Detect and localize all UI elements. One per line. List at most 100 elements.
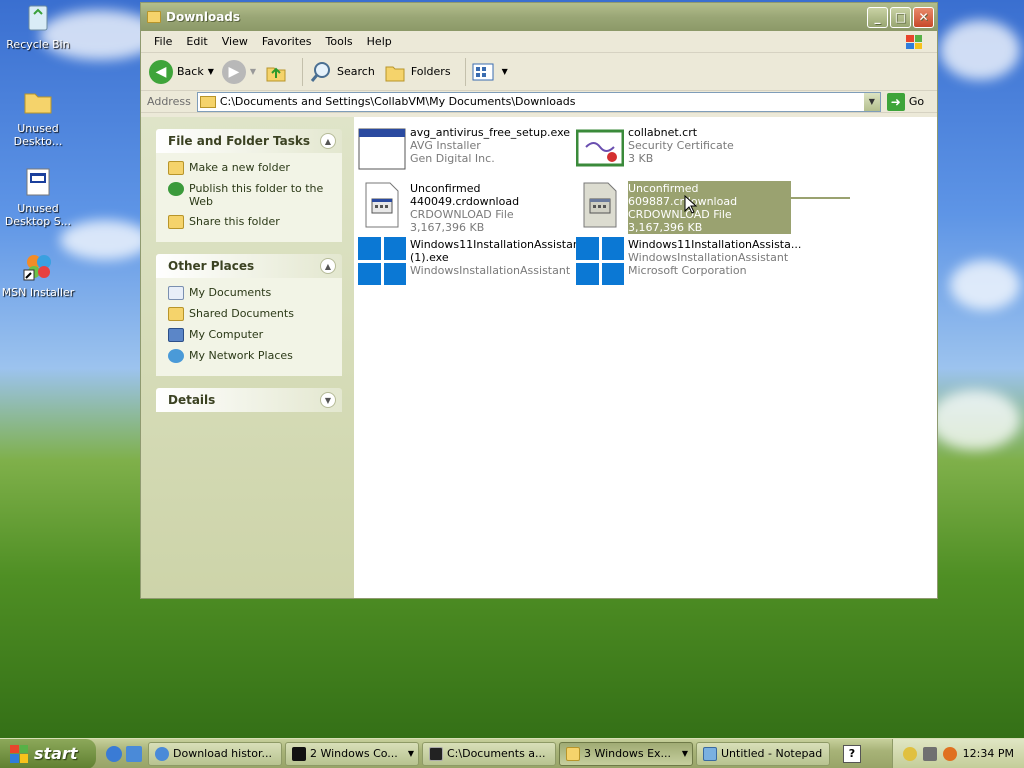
- tray-sun-icon[interactable]: [902, 746, 917, 761]
- file-name: Unconfirmed 609887.crdownload: [628, 182, 738, 208]
- chrome-icon: [155, 746, 169, 761]
- maximize-button[interactable]: □: [890, 6, 911, 28]
- desktop-icon-unused-desktop-shortcut[interactable]: Unused Desktop S...: [0, 166, 76, 228]
- task-share-folder[interactable]: Share this folder: [168, 215, 342, 229]
- desktop-icon-recycle-bin[interactable]: Recycle Bin: [0, 2, 76, 51]
- notepad-icon: [703, 746, 717, 761]
- internet-explorer-icon[interactable]: [106, 745, 122, 762]
- file-type: CRDOWNLOAD File: [628, 208, 732, 221]
- computer-icon: [168, 328, 184, 342]
- close-button[interactable]: ✕: [913, 6, 934, 28]
- file-item-win11-assistant-2[interactable]: Windows11InstallationAssista... WindowsI…: [576, 237, 801, 285]
- file-name: avg_antivirus_free_setup.exe: [410, 126, 571, 139]
- file-list: avg_antivirus_free_setup.exe AVG Install…: [354, 117, 937, 598]
- expand-chevron-icon[interactable]: ▼: [320, 392, 336, 408]
- address-input[interactable]: C:\Documents and Settings\CollabVM\My Do…: [196, 91, 881, 112]
- task-label: Make a new folder: [189, 161, 290, 174]
- taskbar: start Download histor... 2 Windows Co...…: [0, 738, 1024, 768]
- desktop-icon-msn-installer[interactable]: MSN Installer: [0, 250, 76, 299]
- go-arrow-icon: ➜: [886, 92, 905, 111]
- menu-favorites[interactable]: Favorites: [255, 35, 319, 48]
- address-label: Address: [147, 95, 191, 108]
- other-places-header[interactable]: Other Places ▲: [156, 254, 342, 278]
- place-label: My Computer: [189, 328, 264, 341]
- desktop-icon-label: MSN Installer: [1, 286, 75, 299]
- place-shared-documents[interactable]: Shared Documents: [168, 307, 342, 321]
- desktop-icon-label: Unused Deskto...: [13, 122, 63, 148]
- task-publish-web[interactable]: Publish this folder to the Web: [168, 182, 342, 208]
- menu-view[interactable]: View: [215, 35, 255, 48]
- desktop-icon-label: Recycle Bin: [6, 38, 70, 51]
- file-name: Unconfirmed 440049.crdownload: [410, 182, 520, 208]
- back-label: Back: [177, 65, 204, 78]
- installer-window-icon: [358, 125, 406, 173]
- forward-button[interactable]: ▶ ▼: [221, 59, 256, 84]
- tray-network-icon[interactable]: [922, 746, 937, 761]
- place-my-network-places[interactable]: My Network Places: [168, 349, 342, 363]
- file-detail: 3,167,396 KB: [410, 221, 485, 234]
- other-places-panel: Other Places ▲ My Documents Shared Docum…: [156, 254, 342, 376]
- folder-icon: [199, 95, 216, 108]
- collapse-chevron-icon[interactable]: ▲: [320, 258, 336, 274]
- clock[interactable]: 12:34 PM: [963, 747, 1014, 760]
- folder-icon: [168, 307, 184, 321]
- views-icon: [472, 63, 494, 80]
- start-button[interactable]: start: [0, 738, 96, 768]
- panel-title: File and Folder Tasks: [168, 134, 311, 148]
- toolbar-separator: [302, 57, 304, 86]
- address-value: C:\Documents and Settings\CollabVM\My Do…: [219, 95, 576, 108]
- task-make-new-folder[interactable]: Make a new folder: [168, 161, 342, 175]
- menu-file[interactable]: File: [147, 35, 179, 48]
- address-dropdown-button[interactable]: ▼: [863, 92, 880, 111]
- go-button[interactable]: ➜ Go: [886, 92, 924, 111]
- collapse-chevron-icon[interactable]: ▲: [320, 133, 336, 149]
- desktop-icon-label: Unused Desktop S...: [4, 202, 72, 228]
- msn-butterfly-icon: [22, 250, 54, 282]
- details-header[interactable]: Details ▼: [156, 388, 342, 412]
- menu-edit[interactable]: Edit: [179, 35, 214, 48]
- file-detail: Microsoft Corporation: [628, 264, 747, 277]
- quick-launch: [106, 745, 142, 762]
- title-bar[interactable]: Downloads _ □ ✕: [141, 3, 937, 31]
- taskbar-button-windows-explorer[interactable]: 3 Windows Ex... ▼: [559, 741, 693, 766]
- views-button[interactable]: ▼: [472, 62, 508, 82]
- network-icon: [168, 349, 184, 363]
- taskbar-button-download-history[interactable]: Download histor...: [148, 741, 282, 766]
- folder-icon: [22, 86, 54, 118]
- file-item-collabnet-crt[interactable]: collabnet.crt Security Certificate 3 KB: [575, 125, 791, 173]
- chevron-down-icon: ▼: [681, 749, 688, 758]
- details-panel: Details ▼: [156, 388, 342, 412]
- taskbar-button-label: C:\Documents a...: [447, 747, 546, 760]
- toolbar: ◀ Back ▼ ▶ ▼ Search Folders ▼: [141, 53, 937, 91]
- menu-bar: File Edit View Favorites Tools Help: [141, 31, 937, 53]
- help-icon[interactable]: ?: [843, 744, 861, 763]
- place-my-computer[interactable]: My Computer: [168, 328, 342, 342]
- menu-help[interactable]: Help: [360, 35, 399, 48]
- desktop-icon-unused-desktop-folder[interactable]: Unused Deskto...: [0, 86, 76, 148]
- show-desktop-icon[interactable]: [126, 745, 142, 762]
- taskbar-button-7zip[interactable]: C:\Documents a...: [422, 741, 556, 766]
- back-button[interactable]: ◀ Back ▼: [149, 59, 214, 84]
- file-item-unconfirmed-440049[interactable]: Unconfirmed 440049.crdownload CRDOWNLOAD…: [358, 181, 573, 234]
- file-item-avg-setup[interactable]: avg_antivirus_free_setup.exe AVG Install…: [358, 125, 573, 173]
- chevron-down-icon[interactable]: ▼: [208, 67, 214, 76]
- menu-tools[interactable]: Tools: [319, 35, 360, 48]
- taskbar-button-command-prompts[interactable]: 2 Windows Co... ▼: [285, 741, 419, 766]
- file-folder-tasks-header[interactable]: File and Folder Tasks ▲: [156, 129, 342, 153]
- toolbar-separator: [464, 57, 466, 86]
- taskbar-button-notepad[interactable]: Untitled - Notepad: [696, 741, 830, 766]
- certificate-icon: [575, 125, 625, 173]
- up-folder-button[interactable]: [264, 60, 288, 84]
- search-button[interactable]: Search: [309, 60, 375, 84]
- place-my-documents[interactable]: My Documents: [168, 286, 342, 300]
- file-name: Windows11InstallationAssistant (1).exe: [410, 238, 585, 264]
- folders-button[interactable]: Folders: [383, 60, 451, 84]
- panel-title: Other Places: [168, 259, 255, 273]
- chevron-down-icon[interactable]: ▼: [250, 67, 256, 76]
- tray-search-icon[interactable]: [942, 746, 957, 761]
- window-title: Downloads: [166, 10, 241, 24]
- task-label: Publish this folder to the Web: [189, 182, 324, 208]
- file-item-win11-assistant-1[interactable]: Windows11InstallationAssistant (1).exe W…: [358, 237, 585, 285]
- taskbar-button-label: Untitled - Notepad: [721, 747, 823, 760]
- minimize-button[interactable]: _: [867, 6, 888, 28]
